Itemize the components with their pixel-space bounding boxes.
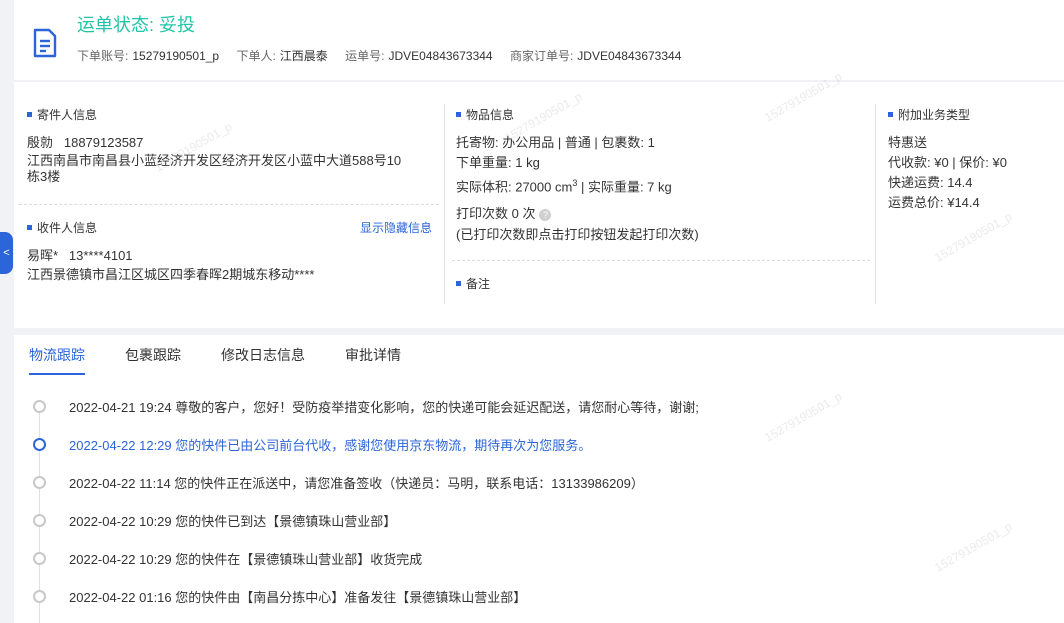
extra-cod-insurance: 代收款: ¥0 | 保价: ¥0 xyxy=(888,155,1007,170)
receiver-contact: 易晖* 13****4101 xyxy=(27,246,133,266)
timeline-item: 2022-04-21 19:24 尊敬的客户，您好！受防疫举措变化影响，您的快递… xyxy=(14,393,1064,431)
timeline-dot-icon xyxy=(33,476,46,489)
waybill-label: 运单号: xyxy=(345,49,385,63)
receiver-phone: 13****4101 xyxy=(68,248,133,263)
help-question-icon[interactable]: ? xyxy=(539,208,552,221)
timeline-item: 2022-04-22 01:16 您的快件由【南昌分拣中心】准备发往【景德镇珠山… xyxy=(14,583,1064,621)
order-header: 运单状态: 妥投 下单账号: 15279190501_p 下单人: 江西晨泰 运单号… xyxy=(14,0,1064,80)
timeline-text: 2022-04-22 10:29 您的快件在【景德镇珠山营业部】收货完成 xyxy=(69,552,423,567)
detail-tabs: 物流跟踪 包裹跟踪 修改日志信息 审批详情 xyxy=(29,345,441,375)
sender-address-line1: 江西南昌市南昌县小蓝经济开发区经济开发区小蓝中大道588号10 xyxy=(27,153,402,168)
timeline-item: 2022-04-22 12:29 您的快件已由公司前台代收，感谢您使用京东物流，… xyxy=(14,431,1064,469)
timeline-text: 2022-04-21 19:24 尊敬的客户，您好！受防疫举措变化影响，您的快递… xyxy=(69,400,699,415)
goods-actual-weight: | 实际重量: 7 kg xyxy=(580,179,672,195)
goods-volume-sup: 3 xyxy=(572,178,578,188)
timeline-text: 2022-04-22 01:16 您的快件由【南昌分拣中心】准备发往【景德镇珠山… xyxy=(69,590,527,605)
sender-address-line2: 栋3楼 xyxy=(27,169,61,184)
goods-section-title: 物品信息 xyxy=(456,106,514,123)
divider xyxy=(875,104,876,304)
chevron-left-icon: < xyxy=(3,247,10,259)
show-hidden-info-link[interactable]: 显示隐藏信息 xyxy=(360,219,432,236)
timeline-dot-icon xyxy=(33,590,46,603)
extra-type: 特惠送 xyxy=(888,135,928,150)
goods-order-weight: 下单重量: 1 kg xyxy=(456,155,540,170)
sender-section-title: 寄件人信息 xyxy=(27,106,97,123)
extra-total: 运费总价: ¥14.4 xyxy=(888,195,980,210)
receiver-name: 易晖* xyxy=(27,248,59,263)
order-info-panel: 寄件人信息 殷勍 18879123587 江西南昌市南昌县小蓝经济开发区经济开发… xyxy=(14,82,1064,328)
remark-section-title: 备注 xyxy=(456,275,490,292)
timeline-item: 2022-04-22 10:29 您的快件在【景德镇珠山营业部】收货完成 xyxy=(14,545,1064,583)
divider xyxy=(452,260,870,261)
tab-logistics-tracking[interactable]: 物流跟踪 xyxy=(29,345,85,375)
timeline-dot-icon xyxy=(33,552,46,565)
tab-change-log[interactable]: 修改日志信息 xyxy=(221,345,305,375)
print-count: 打印次数 0 次? xyxy=(456,204,552,224)
timeline-item: 2022-04-22 10:29 您的快件已到达【景德镇珠山营业部】 xyxy=(14,507,1064,545)
tab-approval-details[interactable]: 审批详情 xyxy=(345,345,401,375)
orderer-value: 江西晨泰 xyxy=(279,49,328,63)
receiver-address: 江西景德镇市昌江区城区四季春晖2期城东移动**** xyxy=(27,267,315,282)
goods-line1: 托寄物: 办公用品 | 普通 | 包裹数: 1 xyxy=(456,135,655,150)
sender-phone: 18879123587 xyxy=(63,135,144,150)
orderer-label: 下单人: xyxy=(236,49,276,63)
goods-volume: 实际体积: 27000 cm xyxy=(456,179,573,195)
timeline-text: 2022-04-22 11:14 您的快件正在派送中，请您准备签收（快递员：马明… xyxy=(69,476,644,491)
document-icon xyxy=(32,28,58,63)
timeline-text: 2022-04-22 12:29 您的快件已由公司前台代收，感谢您使用京东物流，… xyxy=(69,438,592,453)
merchant-order-label: 商家订单号: xyxy=(509,49,574,63)
extra-freight: 快递运费: 14.4 xyxy=(888,175,973,190)
print-count-text: 打印次数 0 次 xyxy=(456,206,536,221)
print-note: (已打印次数即点击打印按钮发起打印次数) xyxy=(456,227,699,242)
logistics-panel: 物流跟踪 包裹跟踪 修改日志信息 审批详情 2022-04-21 19:24 尊… xyxy=(14,335,1064,623)
sender-contact: 殷勍 18879123587 xyxy=(27,133,143,153)
tab-package-tracking[interactable]: 包裹跟踪 xyxy=(125,345,181,375)
side-collapse-tab[interactable]: < xyxy=(0,232,13,274)
merchant-order-value: JDVE04843673344 xyxy=(577,49,682,63)
receiver-section-title: 收件人信息 xyxy=(27,219,97,236)
order-status: 运单状态: 妥投 xyxy=(77,15,196,35)
divider xyxy=(19,204,439,205)
order-meta: 下单账号: 15279190501_p 下单人: 江西晨泰 运单号: JDVE0484… xyxy=(77,47,695,64)
divider xyxy=(444,104,445,304)
account-value: 15279190501_p xyxy=(132,49,220,63)
timeline-dot-icon xyxy=(33,400,46,413)
extra-section-title: 附加业务类型 xyxy=(888,106,970,123)
timeline-dot-icon xyxy=(33,438,46,451)
goods-volume-weight: 实际体积: 27000 cm3 | 实际重量: 7 kg xyxy=(456,173,672,197)
timeline-text: 2022-04-22 10:29 您的快件已到达【景德镇珠山营业部】 xyxy=(69,514,397,529)
account-label: 下单账号: xyxy=(77,49,129,63)
timeline-item: 2022-04-22 11:14 您的快件正在派送中，请您准备签收（快递员：马明… xyxy=(14,469,1064,507)
timeline-dot-icon xyxy=(33,514,46,527)
sender-name: 殷勍 xyxy=(27,135,54,150)
waybill-value: JDVE04843673344 xyxy=(388,49,493,63)
